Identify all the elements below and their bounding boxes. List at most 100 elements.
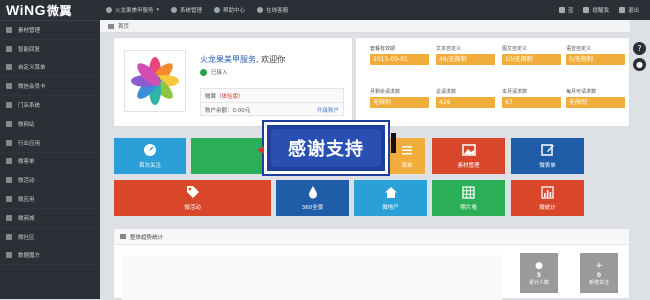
account-type-suffix: ） [238,94,244,100]
avatar [124,50,186,112]
stat-news-custom: 图文自定义 10/无限制 [502,45,561,65]
sidebar-item-activity[interactable]: 微活动 [0,171,100,191]
account-switcher[interactable]: 火龙果美甲服务 ▾ [100,0,165,20]
new-follows-label: 新增关注 [588,279,609,286]
chart-icon [6,252,12,259]
sidebar-item-shop[interactable]: 微商城 [0,209,100,228]
sidebar-item-materials[interactable]: 素材管理 [0,21,100,40]
nav-support[interactable]: 在线客服 [251,0,294,20]
sidebar-item-label: 微商城 [18,215,35,222]
tile-360-panorama[interactable]: 360全景 [276,180,349,216]
dashboard-icon [143,143,157,157]
tile-label: 微地产 [382,205,399,211]
tile-stats[interactable]: 微统计 [511,180,584,216]
welcome-text: 火龙果美甲服务, 欢迎你 [200,54,285,65]
tile-hidden[interactable] [191,138,263,174]
stat-month-requests: 本月请求数 67 [502,88,561,108]
sidebar-item-label: 行业应用 [18,140,41,147]
reminder-button[interactable]: 提醒我 [578,6,614,14]
stat-label: 语音自定义 [566,46,592,52]
breadcrumb-home[interactable]: 首页 [118,22,129,30]
tile-activity[interactable]: 微活动 [114,180,271,216]
home-icon [108,23,114,29]
right-float-bar: ? ● [630,20,650,299]
new-follows-card[interactable]: + 0 新增关注 [580,253,618,293]
tile-label: 素材管理 [457,163,480,169]
sidebar: 素材管理 智能回复 自定义菜单 微信会员卡 门店系统 微网站 行业应用 微客单 … [0,20,100,299]
upgrade-account-link[interactable]: 升级账户 [317,106,339,114]
total-users-card[interactable]: ● 5 累计人数 [520,253,558,293]
tile-label: 菜单 [401,163,413,169]
sidebar-item-data-cube[interactable]: 数据魔方 [0,247,100,266]
tile-real-estate[interactable]: 微地产 [354,180,427,216]
sidebar-item-apps[interactable]: 微应用 [0,190,100,209]
stat-monthly-quota: 每月可请求数 无限制 [566,88,625,108]
sidebar-item-label: 微网站 [18,121,35,128]
tile-form[interactable]: 微表单 [511,138,584,174]
nav-help[interactable]: 帮助中心 [208,0,251,20]
tile-materials[interactable]: 素材管理 [432,138,505,174]
globe-icon [106,7,112,13]
tile-photo-wall[interactable]: 照片墙 [432,180,505,216]
sidebar-item-label: 微客单 [18,159,35,166]
flower-logo-icon [131,57,179,105]
sidebar-item-auto-reply[interactable]: 智能回复 [0,40,100,59]
gift-icon [6,177,12,184]
stat-value: 67 [502,97,561,108]
stat-label: 月剩余请求数 [370,89,401,95]
account-name: 火龙果美甲服务 [200,55,256,64]
image-icon [461,143,476,157]
menu-icon [6,64,12,71]
image-icon [6,26,12,33]
reply-icon [6,45,12,52]
shop-icon [6,214,12,221]
chat-icon[interactable]: ● [633,58,646,71]
stat-package-expiry: 套餐有效期 2015-09-01 [370,45,429,65]
sidebar-item-industry[interactable]: 行业应用 [0,134,100,153]
welcome-suffix: , 欢迎你 [256,55,286,64]
tile-label: 首次关注 [138,163,161,169]
stats-icon [541,185,555,199]
user-menu[interactable]: 蓝 [554,6,579,14]
tile-label: 照片墙 [460,205,477,211]
new-follows-value: 0 [596,271,602,279]
logout-button[interactable]: 退出 [614,6,644,14]
stat-monthly-remaining: 月剩余请求数 无限制 [370,88,429,108]
stats-card: 套餐有效期 2015-09-01 文本自定义 46/无限制 图文自定义 10/无… [355,37,630,127]
sidebar-item-custom-menu[interactable]: 自定义菜单 [0,59,100,78]
sidebar-item-label: 门店系统 [18,103,41,110]
grid-icon [462,185,476,199]
total-users-label: 累计人数 [528,279,549,286]
account-type: 微翼（体验版） [205,92,244,100]
trend-header: 整体趋势统计 [114,229,629,245]
logo-cn: 微翼 [46,3,72,18]
stat-voice-custom: 语音自定义 0/无限制 [566,45,625,65]
sidebar-item-community[interactable]: 微社区 [0,228,100,247]
logo[interactable]: WiNG 微翼 [0,0,100,20]
sidebar-item-label: 微活动 [18,178,35,185]
stat-value: 无限制 [566,97,625,108]
sidebar-item-member-card[interactable]: 微信会员卡 [0,77,100,97]
top-nav: 火龙果美甲服务 ▾ 系统管理 帮助中心 在线客服 [100,0,294,20]
stat-total-requests: 总请求数 429 [436,88,495,108]
sidebar-item-label: 智能回复 [18,46,41,53]
nav-support-label: 在线客服 [266,8,289,14]
sidebar-item-label: 微应用 [18,197,35,204]
sidebar-item-label: 素材管理 [18,27,41,34]
stat-value: 无限制 [370,97,429,108]
stat-value: 2015-09-01 [370,54,429,65]
tile-first-follow[interactable]: 首次关注 [114,138,186,174]
sidebar-item-store[interactable]: 门店系统 [0,96,100,115]
bell-icon [583,7,590,13]
sidebar-item-order[interactable]: 微客单 [0,153,100,172]
community-icon [6,233,12,240]
store-icon [6,102,12,109]
divider [201,102,343,103]
image-icon [120,234,126,239]
briefcase-icon [6,139,12,146]
sidebar-item-website[interactable]: 微网站 [0,115,100,134]
trend-chart-area [122,255,502,300]
logo-text: WiNG [6,2,46,18]
nav-system[interactable]: 系统管理 [165,0,208,20]
help-icon[interactable]: ? [633,42,646,55]
